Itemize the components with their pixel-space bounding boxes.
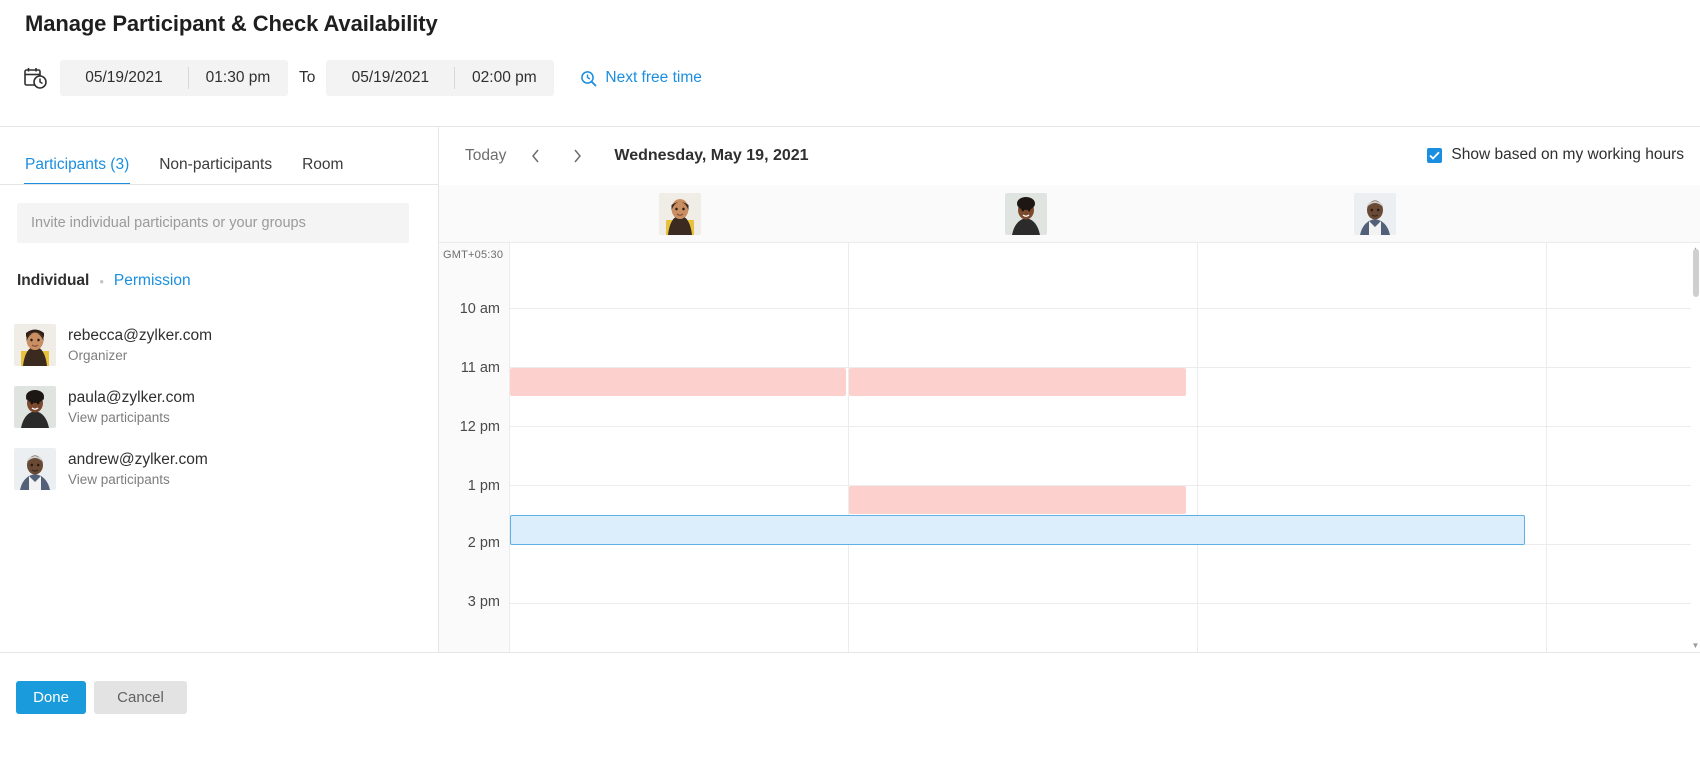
start-datetime-group[interactable]: 05/19/2021 01:30 pm xyxy=(60,60,288,96)
participant-role: Organizer xyxy=(68,346,212,365)
dialog-footer: Done Cancel xyxy=(0,653,1700,778)
calendar-toolbar: Today Wednesday, May 19, 2021 Show based… xyxy=(439,127,1700,185)
participant-info: paula@zylker.com View participants xyxy=(68,387,195,427)
list-item[interactable]: paula@zylker.com View participants xyxy=(14,376,424,438)
tab-participants[interactable]: Participants (3) xyxy=(24,156,130,185)
list-item[interactable]: rebecca@zylker.com Organizer xyxy=(14,314,424,376)
busy-block[interactable] xyxy=(510,368,846,396)
availability-calendar: Today Wednesday, May 19, 2021 Show based… xyxy=(439,127,1700,652)
calendar-clock-icon xyxy=(22,65,48,91)
checkbox-checked-icon[interactable] xyxy=(1427,148,1442,163)
chevron-left-icon[interactable] xyxy=(522,143,548,169)
done-button[interactable]: Done xyxy=(16,681,86,714)
hour-label-11am: 11 am xyxy=(461,360,500,376)
participant-email: andrew@zylker.com xyxy=(68,449,208,470)
tab-non-participants[interactable]: Non-participants xyxy=(158,156,273,185)
gridline xyxy=(509,426,1700,427)
tabs-divider xyxy=(0,184,438,185)
working-hours-toggle[interactable]: Show based on my working hours xyxy=(1427,146,1684,164)
participant-email: paula@zylker.com xyxy=(68,387,195,408)
gridline xyxy=(509,308,1700,309)
selected-time-block[interactable] xyxy=(510,515,1525,545)
end-time-field[interactable]: 02:00 pm xyxy=(454,60,554,96)
working-hours-label: Show based on my working hours xyxy=(1451,146,1684,164)
day-columns[interactable] xyxy=(509,243,1700,652)
tab-room[interactable]: Room xyxy=(301,156,344,185)
calendar-date-label: Wednesday, May 19, 2021 xyxy=(614,147,808,165)
participant-info: rebecca@zylker.com Organizer xyxy=(68,325,212,365)
hour-label-12pm: 12 pm xyxy=(460,419,500,435)
calendar-scrollbar[interactable]: ▲ ▼ xyxy=(1691,243,1700,652)
individual-permission-header: Individual • Permission xyxy=(17,272,191,290)
avatar xyxy=(659,193,701,235)
hour-label-10am: 10 am xyxy=(460,301,500,317)
individual-label: Individual xyxy=(17,272,89,290)
hour-label-1pm: 1 pm xyxy=(468,478,500,494)
participant-list: rebecca@zylker.com Organizer paula@zylk xyxy=(14,314,424,500)
hour-label-2pm: 2 pm xyxy=(468,535,500,551)
availability-dialog: Manage Participant & Check Availability … xyxy=(0,0,1700,778)
participant-info: andrew@zylker.com View participants xyxy=(68,449,208,489)
end-date-field[interactable]: 05/19/2021 xyxy=(326,60,454,96)
busy-block[interactable] xyxy=(849,368,1186,396)
next-free-time-label: Next free time xyxy=(605,69,701,87)
avatar xyxy=(14,386,56,428)
start-time-field[interactable]: 01:30 pm xyxy=(188,60,288,96)
page-title: Manage Participant & Check Availability xyxy=(25,11,438,37)
hour-label-3pm: 3 pm xyxy=(468,594,500,610)
timezone-label: GMT+05:30 xyxy=(443,249,503,261)
list-item[interactable]: andrew@zylker.com View participants xyxy=(14,438,424,500)
end-datetime-group[interactable]: 05/19/2021 02:00 pm xyxy=(326,60,554,96)
avatar xyxy=(1354,193,1396,235)
search-clock-icon xyxy=(580,70,605,87)
scrollbar-thumb[interactable] xyxy=(1693,249,1699,297)
scroll-down-icon[interactable]: ▼ xyxy=(1691,641,1700,650)
to-label: To xyxy=(299,69,315,87)
permission-link[interactable]: Permission xyxy=(114,272,191,290)
next-free-time-button[interactable]: Next free time xyxy=(580,69,701,87)
event-time-range: 05/19/2021 01:30 pm To 05/19/2021 02:00 … xyxy=(22,60,702,96)
today-button[interactable]: Today xyxy=(465,147,506,165)
column-divider xyxy=(848,243,849,652)
participant-columns-header xyxy=(439,185,1700,243)
cancel-button[interactable]: Cancel xyxy=(94,681,187,714)
time-gutter: GMT+05:30 10 am 11 am 12 pm 1 pm 2 pm 3 … xyxy=(439,243,509,652)
participant-email: rebecca@zylker.com xyxy=(68,325,212,346)
participant-role: View participants xyxy=(68,470,208,489)
avatar xyxy=(14,324,56,366)
separator-dot: • xyxy=(99,274,104,289)
avatar xyxy=(14,448,56,490)
column-divider xyxy=(1546,243,1547,652)
calendar-grid[interactable]: GMT+05:30 10 am 11 am 12 pm 1 pm 2 pm 3 … xyxy=(439,243,1700,652)
gridline xyxy=(509,603,1700,604)
participant-role: View participants xyxy=(68,408,195,427)
start-date-field[interactable]: 05/19/2021 xyxy=(60,60,188,96)
chevron-right-icon[interactable] xyxy=(564,143,590,169)
avatar xyxy=(1005,193,1047,235)
busy-block[interactable] xyxy=(849,486,1186,514)
column-divider xyxy=(1197,243,1198,652)
panel-tabs: Participants (3) Non-participants Room xyxy=(0,127,438,185)
column-divider xyxy=(509,243,510,652)
invite-participants-input[interactable] xyxy=(17,203,409,243)
